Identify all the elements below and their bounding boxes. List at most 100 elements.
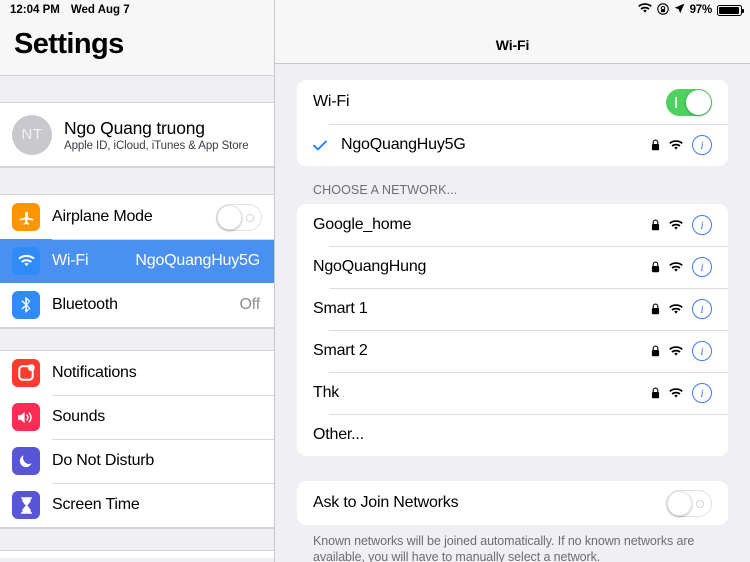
ask-to-join-panel: Ask to Join Networks: [297, 481, 728, 525]
airplane-icon: [12, 203, 40, 231]
sounds-icon: [12, 403, 40, 431]
status-bar-right: 97%: [637, 2, 745, 18]
ask-to-join-row[interactable]: Ask to Join Networks: [297, 481, 728, 525]
network-row-icons: i: [651, 135, 712, 155]
wifi-toggle-row[interactable]: Wi-Fi: [297, 80, 728, 124]
info-icon[interactable]: i: [692, 299, 712, 319]
info-icon[interactable]: i: [692, 135, 712, 155]
sidebar-group-general: Notifications Sounds Do Not Disturb Scre…: [0, 350, 274, 528]
sidebar-item-label: Notifications: [52, 364, 137, 381]
sidebar-spacer-2: [0, 167, 274, 194]
info-icon[interactable]: i: [692, 341, 712, 361]
network-list-panel: Google_home i NgoQuangHung i Smart 1 i S…: [297, 204, 728, 456]
sidebar-item-wifi[interactable]: Wi-Fi NgoQuangHuy5G: [0, 239, 274, 283]
signal-strength-icon: [669, 261, 683, 273]
sidebar-item-notifications[interactable]: Notifications: [0, 351, 274, 395]
location-arrow-icon: [674, 3, 685, 17]
detail-content: Wi-Fi NgoQuangHuy5G i CHOOSE A NETWORK..…: [275, 64, 750, 562]
status-date: Wed Aug 7: [70, 4, 130, 16]
status-bar: 12:04 PM Wed Aug 7 97%: [0, 0, 750, 20]
signal-strength-icon: [669, 387, 683, 399]
network-row-icons: i: [651, 341, 712, 361]
network-row[interactable]: Smart 2 i: [297, 330, 728, 372]
bluetooth-icon: [12, 291, 40, 319]
lock-icon: [651, 139, 660, 151]
network-ssid: NgoQuangHung: [313, 258, 427, 275]
sidebar-spacer-4: [0, 528, 274, 550]
sidebar-item-screen-time[interactable]: Screen Time: [0, 483, 274, 527]
signal-strength-icon: [669, 219, 683, 231]
toggle-knob: [667, 490, 692, 516]
sidebar-item-label: Sounds: [52, 408, 106, 425]
sidebar-group-connectivity: Airplane Mode Wi-Fi NgoQuangHuy5G Blueto…: [0, 194, 274, 328]
sidebar-item-bluetooth[interactable]: Bluetooth Off: [0, 283, 274, 327]
network-row[interactable]: NgoQuangHung i: [297, 246, 728, 288]
toggle-knob: [686, 89, 711, 115]
connected-network-row[interactable]: NgoQuangHuy5G i: [297, 124, 728, 166]
lock-icon: [651, 303, 660, 315]
network-row-icons: i: [651, 257, 712, 277]
sidebar-item-do-not-disturb[interactable]: Do Not Disturb: [0, 439, 274, 483]
network-ssid: Other...: [313, 426, 364, 443]
moon-icon: [12, 447, 40, 475]
network-row-icons: i: [651, 215, 712, 235]
account-subtitle: Apple ID, iCloud, iTunes & App Store: [64, 139, 249, 152]
status-bar-left: 12:04 PM Wed Aug 7: [10, 4, 130, 16]
toggle-hole: [696, 499, 704, 508]
sidebar-item-label: Screen Time: [52, 496, 140, 513]
avatar: NT: [12, 114, 52, 155]
wifi-icon: [12, 247, 40, 275]
page-title: Settings: [14, 28, 124, 60]
wifi-toggle[interactable]: [666, 88, 712, 116]
ask-to-join-toggle[interactable]: [666, 489, 712, 517]
lock-icon: [651, 345, 660, 357]
toggle-knob: [217, 204, 242, 230]
network-row[interactable]: Smart 1 i: [297, 288, 728, 330]
toggle-hole: [246, 213, 254, 222]
ask-to-join-footnote: Known networks will be joined automatica…: [313, 534, 695, 562]
info-icon[interactable]: i: [692, 383, 712, 403]
sidebar-item-apple-id[interactable]: NT Ngo Quang truong Apple ID, iCloud, iT…: [0, 103, 274, 166]
wifi-detail-panel: Wi-Fi Wi-Fi NgoQuangHuy5G i CHOOSE A NET…: [275, 0, 750, 562]
ask-to-join-label: Ask to Join Networks: [313, 494, 459, 511]
sidebar-item-value: Off: [239, 296, 261, 313]
toggle-bar: [675, 96, 677, 108]
wifi-status-panel: Wi-Fi NgoQuangHuy5G i: [297, 80, 728, 166]
lock-icon: [651, 387, 660, 399]
network-ssid: Thk: [313, 384, 340, 401]
sidebar-spacer-1: [0, 75, 274, 102]
network-row[interactable]: Google_home i: [297, 204, 728, 246]
battery-percent: 97%: [689, 4, 713, 16]
sidebar-item-sounds[interactable]: Sounds: [0, 395, 274, 439]
info-icon[interactable]: i: [692, 215, 712, 235]
sidebar-spacer-3: [0, 328, 274, 350]
network-ssid: Google_home: [313, 216, 412, 233]
sidebar-next-group-edge: [0, 550, 274, 558]
settings-sidebar: Settings NT Ngo Quang truong Apple ID, i…: [0, 0, 275, 562]
checkmark-icon: [313, 140, 331, 151]
notifications-icon: [12, 359, 40, 387]
sidebar-item-label: Wi-Fi: [52, 252, 89, 269]
sidebar-item-label: Airplane Mode: [52, 208, 153, 225]
sidebar-item-label: Do Not Disturb: [52, 452, 155, 469]
network-row-other[interactable]: Other...: [297, 414, 728, 456]
info-icon[interactable]: i: [692, 257, 712, 277]
lock-icon: [651, 219, 660, 231]
rotation-lock-icon: [656, 2, 669, 18]
account-name: Ngo Quang truong: [64, 117, 205, 138]
network-ssid: Smart 1: [313, 300, 368, 317]
network-row[interactable]: Thk i: [297, 372, 728, 414]
sidebar-header: Settings: [0, 20, 274, 75]
sidebar-item-label: Bluetooth: [52, 296, 118, 313]
sidebar-item-value: NgoQuangHuy5G: [135, 252, 260, 269]
sidebar-item-airplane-mode[interactable]: Airplane Mode: [0, 195, 274, 239]
airplane-mode-toggle[interactable]: [216, 203, 262, 231]
account-text: Ngo Quang truong Apple ID, iCloud, iTune…: [64, 118, 249, 152]
network-row-icons: i: [651, 383, 712, 403]
detail-title: Wi-Fi: [495, 37, 530, 53]
apple-id-card: NT Ngo Quang truong Apple ID, iCloud, iT…: [0, 102, 274, 167]
network-row-icons: i: [651, 299, 712, 319]
signal-strength-icon: [669, 139, 683, 151]
signal-strength-icon: [669, 345, 683, 357]
hourglass-icon: [12, 491, 40, 519]
